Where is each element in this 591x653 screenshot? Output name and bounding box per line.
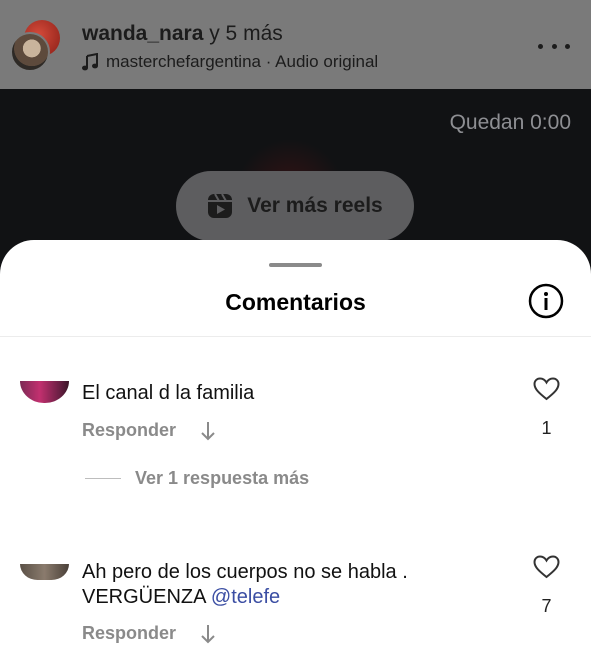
audio-separator: · [260,52,276,71]
reel-header: wanda_nara y 5 más masterchefargentina ·… [0,0,591,89]
view-more-replies-button[interactable]: Ver 1 respuesta más [85,468,309,489]
view-more-replies-label: Ver 1 respuesta más [135,468,310,488]
comment-text-line2-prefix: VERGÜENZA [82,586,211,608]
audio-account[interactable]: masterchefargentina [106,52,261,71]
comments-sheet: Comentarios El canal d la familia Respon… [0,240,591,653]
like-count: 1 [541,418,552,438]
avatar[interactable] [20,381,69,403]
collab-avatars[interactable] [10,20,66,76]
mention-link[interactable]: @telefe [211,586,280,608]
header-divider [0,336,591,337]
comment-text: Ah pero de los cuerpos no se habla . VER… [82,560,408,610]
username[interactable]: wanda_nara [82,22,203,45]
comment-actions: Responder [82,420,216,441]
like-heart-icon[interactable] [533,377,560,401]
like-heart-icon[interactable] [533,555,560,579]
comment-text-line2: VERGÜENZA @telefe [82,585,408,610]
like-count: 7 [541,596,552,616]
more-reels-label: Ver más reels [247,194,383,217]
sheet-drag-handle[interactable] [269,263,322,267]
more-horizontal-icon[interactable] [538,36,570,56]
more-reels-button[interactable]: Ver más reels [176,171,414,241]
avatar [10,32,50,72]
info-icon[interactable] [528,283,564,319]
translate-arrow-icon[interactable] [200,624,216,644]
avatar[interactable] [20,564,69,580]
reels-icon [208,193,233,218]
reply-button[interactable]: Responder [82,420,176,441]
audio-label[interactable]: Audio original [275,52,378,71]
reply-button[interactable]: Responder [82,623,176,644]
music-note-icon [82,53,98,71]
remaining-time: Quedan 0:00 [449,111,571,134]
reel-author-line[interactable]: wanda_nara y 5 más [82,22,283,46]
comment-actions: Responder [82,623,216,644]
comment-text: El canal d la familia [82,382,255,404]
sheet-title: Comentarios [225,289,366,315]
replies-divider-line [85,478,121,479]
audio-line[interactable]: masterchefargentina · Audio original [82,52,378,72]
comment-text-line1: Ah pero de los cuerpos no se habla . [82,561,408,583]
translate-arrow-icon[interactable] [200,421,216,441]
collaborators-suffix: y 5 más [203,22,283,45]
